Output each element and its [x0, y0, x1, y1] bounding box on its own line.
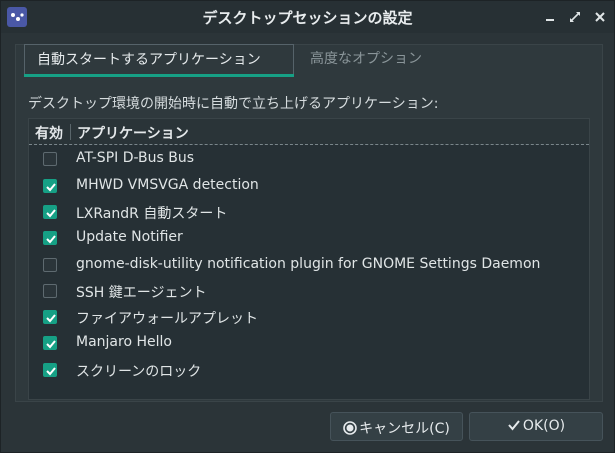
cancel-button[interactable]: キャンセル(C): [330, 412, 463, 441]
title-bar[interactable]: デスクトップセッションの設定: [1, 1, 614, 33]
close-icon[interactable]: [592, 9, 608, 25]
tab-advanced-options[interactable]: 高度なオプション: [298, 44, 434, 76]
active-tab-indicator: [24, 74, 294, 77]
checkbox-checked[interactable]: [43, 362, 57, 377]
checkbox-checked[interactable]: [43, 336, 57, 351]
list-item[interactable]: LXRandR 自動スタート: [29, 200, 589, 226]
section-label: デスクトップ環境の開始時に自動で立ち上げるアプリケーション:: [28, 96, 439, 112]
column-header-enabled[interactable]: 有効: [35, 123, 63, 143]
list-item[interactable]: gnome-disk-utility notification plugin f…: [29, 253, 589, 279]
checkbox-unchecked[interactable]: [43, 257, 57, 272]
cancel-button-label: キャンセル(C): [359, 421, 450, 437]
column-header-application[interactable]: アプリケーション: [77, 123, 189, 143]
check-icon: [46, 367, 56, 376]
tab-label: 自動スタートするアプリケーション: [37, 52, 261, 68]
list-item[interactable]: AT-SPI D-Bus Bus: [29, 147, 589, 173]
list-item-label: ファイアウォールアプレット: [76, 311, 258, 328]
column-separator[interactable]: [70, 124, 71, 140]
autostart-app-list[interactable]: Update Notifier AT-SPI D-Bus Bus MHWD VMSV…: [28, 118, 590, 400]
list-item[interactable]: ファイアウォールアプレット: [29, 305, 589, 331]
list-item[interactable]: SSH 鍵エージェント: [29, 279, 589, 305]
list-item[interactable]: スクリーンのロック: [29, 358, 589, 384]
check-icon: [46, 182, 56, 192]
list-item-label: AT-SPI D-Bus Bus: [76, 150, 195, 167]
check-icon: [46, 314, 56, 323]
minimize-icon[interactable]: [542, 9, 558, 25]
checkbox-unchecked[interactable]: [43, 283, 57, 298]
checkbox-unchecked[interactable]: [43, 152, 57, 167]
checkbox-checked[interactable]: [43, 178, 57, 193]
list-item-label: Update Notifier: [76, 229, 183, 246]
list-header: 有効 アプリケーション: [29, 119, 589, 145]
checkbox-checked[interactable]: [43, 310, 57, 325]
list-item-label: gnome-disk-utility notification plugin f…: [76, 255, 541, 272]
list-item-label: LXRandR 自動スタート: [76, 205, 228, 222]
list-item[interactable]: Manjaro Hello: [29, 331, 589, 357]
tab-label: 高度なオプション: [310, 51, 422, 67]
checkmark-icon: [507, 418, 521, 436]
drop-indicator-line: [29, 144, 589, 145]
tab-autostart-applications[interactable]: 自動スタートするアプリケーション: [24, 44, 294, 77]
check-icon: [46, 209, 56, 218]
list-item-label: Manjaro Hello: [76, 334, 172, 351]
checkbox-checked[interactable]: [43, 231, 57, 246]
window-title: デスクトップセッションの設定: [202, 9, 413, 27]
checkbox-checked[interactable]: [43, 204, 57, 219]
session-settings-window: デスクトップセッションの設定 自動スタートするアプリケーション 高度なオプション: [0, 0, 615, 453]
check-icon: [46, 235, 56, 244]
list-item-label: スクリーンのロック: [76, 363, 202, 380]
maximize-icon[interactable]: [567, 9, 583, 25]
list-item-label: MHWD VMSVGA detection: [76, 176, 259, 193]
notebook: 自動スタートするアプリケーション 高度なオプション デスクトップ環境の開始時に自…: [15, 44, 603, 402]
list-item[interactable]: MHWD VMSVGA detection: [29, 174, 589, 200]
cancel-icon: [343, 421, 357, 439]
ok-button-label: OK(O): [522, 418, 566, 434]
check-icon: [46, 340, 56, 349]
ok-button[interactable]: OK(O): [469, 412, 603, 441]
list-item[interactable]: Update Notifier: [29, 226, 589, 252]
list-item-label: SSH 鍵エージェント: [76, 284, 207, 301]
